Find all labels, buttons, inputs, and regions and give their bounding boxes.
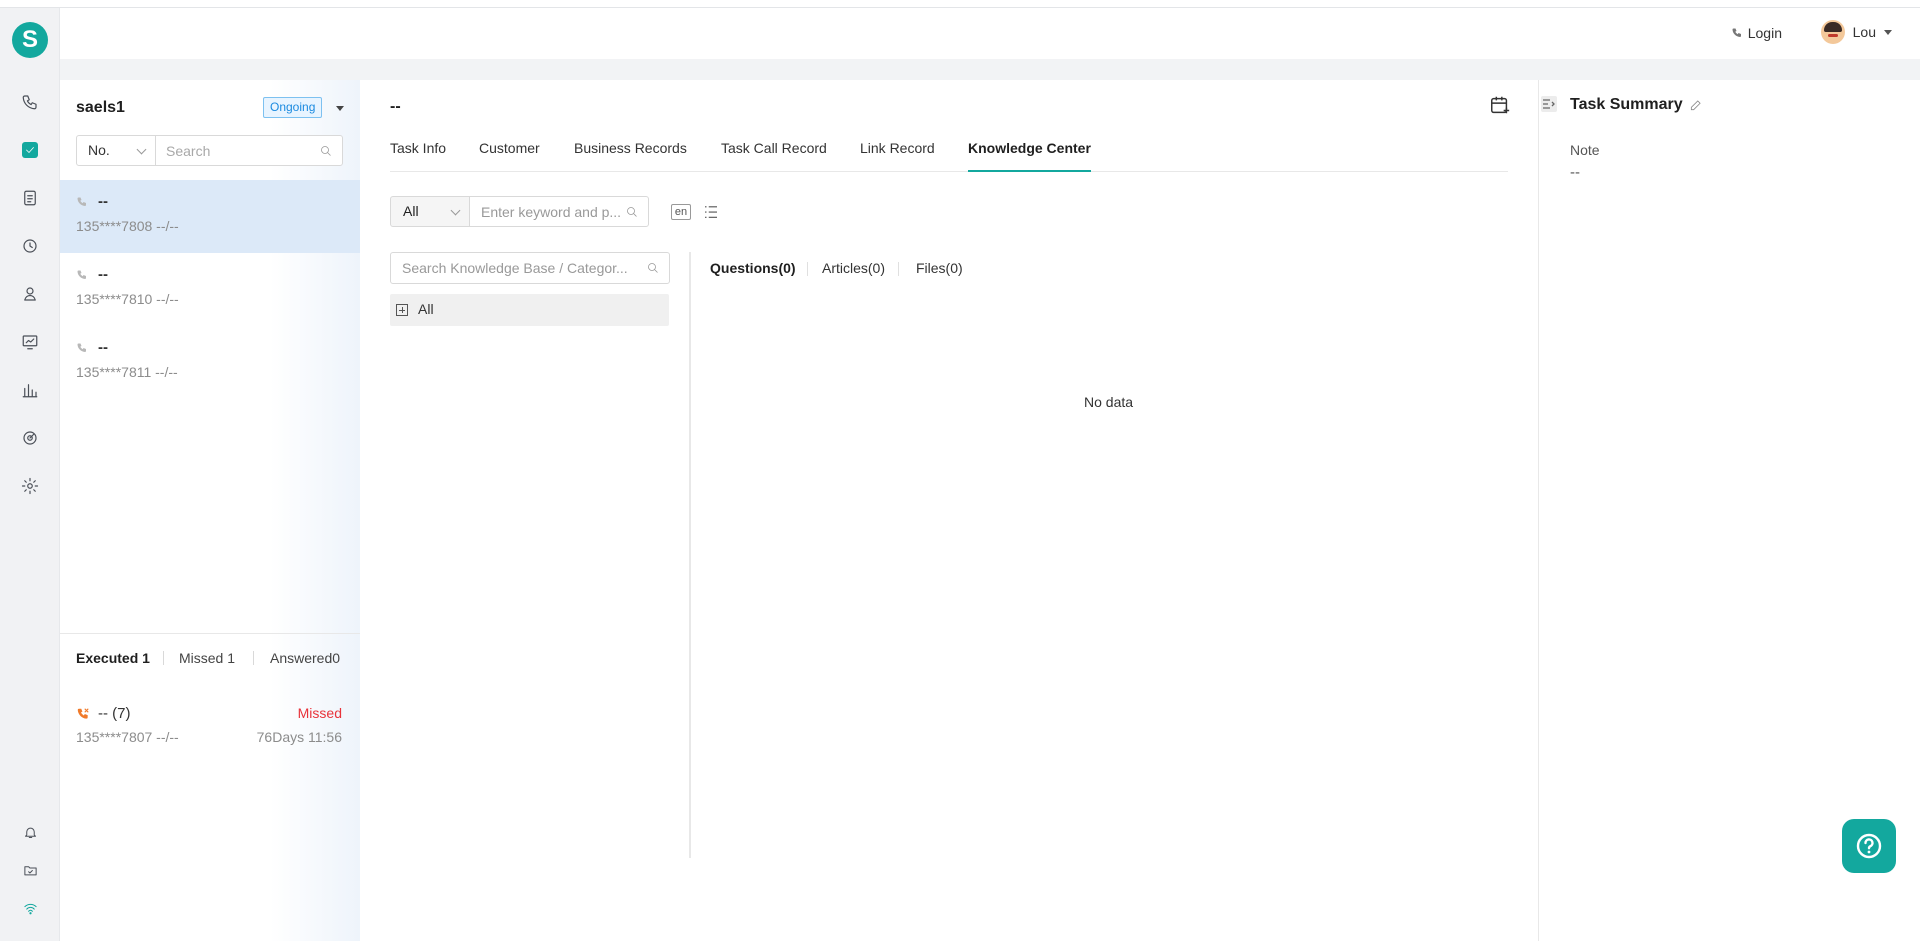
main-panel: -- Task Info Customer Business Records T…	[360, 80, 1539, 941]
contact-name: --	[98, 193, 108, 210]
contact-item[interactable]: -- 135****7810 --/--	[60, 253, 360, 326]
tab-business-records[interactable]: Business Records	[574, 140, 687, 156]
phone-small-icon	[1731, 27, 1743, 39]
contact-search-input[interactable]	[156, 136, 306, 165]
missed-call-name: -- (7)	[98, 705, 131, 722]
keyword-search	[469, 196, 649, 227]
contact-name: --	[98, 266, 108, 283]
contact-number: 135****7811 --/--	[76, 364, 178, 380]
contact-number: 135****7810 --/--	[76, 291, 179, 307]
tab-separator	[253, 651, 254, 665]
status-badge: Ongoing	[263, 97, 323, 118]
edit-icon[interactable]	[1689, 98, 1703, 112]
contact-number: 135****7808 --/--	[76, 218, 179, 234]
task-title: saels1	[76, 99, 125, 116]
clock-icon[interactable]	[18, 234, 42, 258]
help-button[interactable]	[1842, 819, 1896, 873]
contact-search	[155, 135, 343, 166]
bar-chart-icon[interactable]	[18, 378, 42, 402]
tab-separator	[807, 262, 808, 276]
chevron-down-icon	[450, 205, 461, 216]
login-label: Login	[1747, 25, 1782, 41]
missed-call-number: 135****7807 --/--	[76, 729, 179, 745]
search-icon[interactable]	[320, 145, 332, 157]
phone-icon	[76, 342, 88, 354]
collapse-panel-icon[interactable]	[1541, 96, 1557, 112]
missed-call-time: 76Days 11:56	[256, 729, 342, 745]
knowledge-filter-select[interactable]: All	[390, 196, 470, 227]
note-label: Note	[1570, 142, 1600, 158]
tab-task-call-record[interactable]: Task Call Record	[721, 140, 827, 156]
left-nav-rail: S	[0, 8, 60, 941]
search-icon[interactable]	[647, 262, 659, 274]
login-button[interactable]: Login	[1731, 25, 1782, 41]
tab-articles[interactable]: Articles(0)	[822, 260, 885, 276]
chevron-down-icon	[136, 144, 147, 155]
phone-icon[interactable]	[18, 90, 42, 114]
tab-executed[interactable]: Executed 1	[76, 650, 150, 666]
tab-separator	[163, 651, 164, 665]
bell-icon[interactable]	[18, 820, 42, 844]
calendar-add-icon[interactable]	[1489, 94, 1511, 116]
search-icon[interactable]	[626, 206, 638, 218]
tab-knowledge-center[interactable]: Knowledge Center	[968, 140, 1091, 172]
missed-call-icon	[76, 707, 90, 721]
knowledge-base-search-input[interactable]	[391, 253, 636, 283]
vertical-divider	[689, 252, 691, 858]
user-menu[interactable]: Lou	[1820, 20, 1892, 44]
task-summary-panel: Task Summary Note --	[1539, 80, 1920, 941]
tab-missed[interactable]: Missed 1	[179, 650, 235, 666]
tab-task-info[interactable]: Task Info	[390, 140, 446, 156]
tab-link-record[interactable]: Link Record	[860, 140, 935, 156]
expand-icon[interactable]	[396, 304, 408, 316]
user-name: Lou	[1852, 24, 1876, 40]
sort-select[interactable]: No.	[76, 135, 156, 166]
tab-files[interactable]: Files(0)	[916, 260, 963, 276]
knowledge-base-search	[390, 252, 670, 284]
radar-icon[interactable]	[18, 426, 42, 450]
summary-title: Task Summary	[1570, 96, 1683, 113]
help-icon	[1856, 833, 1882, 859]
missed-status: Missed	[297, 705, 342, 721]
note-value: --	[1570, 164, 1580, 181]
divider	[60, 633, 360, 634]
language-toggle[interactable]: en	[671, 204, 691, 220]
tab-questions[interactable]: Questions(0)	[710, 260, 796, 276]
sort-select-value: No.	[88, 142, 110, 158]
avatar	[1820, 20, 1845, 44]
empty-state: No data	[1084, 394, 1134, 410]
contacts-icon[interactable]	[18, 282, 42, 306]
top-header: Login Lou	[60, 8, 1920, 59]
tab-bar: Task Info Customer Business Records Task…	[390, 132, 1508, 172]
tree-node-label: All	[418, 301, 434, 317]
status-dropdown-icon[interactable]	[336, 106, 344, 111]
chevron-down-icon	[1884, 29, 1892, 35]
page-title: --	[390, 98, 401, 115]
wifi-icon	[18, 896, 42, 920]
phone-icon	[76, 196, 88, 208]
folder-icon[interactable]	[18, 858, 42, 882]
tab-answered[interactable]: Answered0	[270, 650, 340, 666]
top-strip	[0, 0, 1920, 8]
contacts-panel: saels1 Ongoing No. -- 135****7808 --/-- …	[60, 80, 360, 941]
phone-icon	[76, 269, 88, 281]
task-icon[interactable]	[18, 138, 42, 162]
app-logo[interactable]: S	[12, 22, 48, 58]
monitor-icon[interactable]	[18, 330, 42, 354]
contact-name: --	[98, 339, 108, 356]
contact-item[interactable]: -- 135****7808 --/--	[60, 180, 360, 253]
settings-icon[interactable]	[18, 474, 42, 498]
list-view-icon[interactable]	[702, 203, 720, 221]
contact-item[interactable]: -- 135****7811 --/--	[60, 326, 360, 399]
tab-customer[interactable]: Customer	[479, 140, 540, 156]
keyword-search-input[interactable]	[470, 197, 620, 226]
filter-select-value: All	[403, 203, 419, 219]
document-icon[interactable]	[18, 186, 42, 210]
tree-node-all[interactable]: All	[390, 294, 669, 326]
tab-separator	[898, 262, 899, 276]
